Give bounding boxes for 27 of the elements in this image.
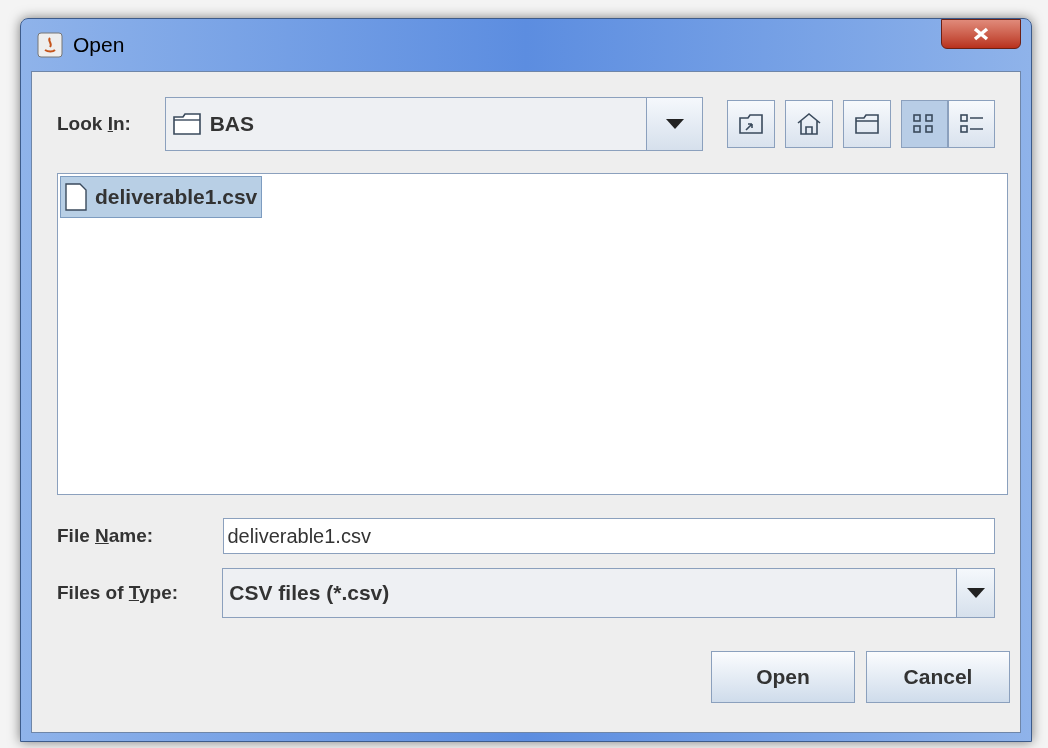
file-name-field[interactable]: deliverable1.csv (222, 518, 995, 554)
home-icon (796, 111, 822, 137)
look-in-dropdown[interactable]: BAS (164, 97, 703, 151)
toolbar-button[interactable] (785, 100, 833, 148)
window-title: Open (73, 32, 125, 59)
view-toggle[interactable] (948, 100, 995, 148)
look-in-label: Look In: (57, 112, 131, 134)
toolbar-button[interactable] (727, 100, 775, 148)
details-view-icon (958, 112, 985, 136)
close-icon (972, 27, 990, 41)
caret-icon (966, 588, 985, 598)
file-name-label: File Name: (57, 524, 154, 546)
folder-icon (854, 113, 880, 135)
dropdown-value: BAS (209, 111, 254, 138)
toolbar-button[interactable] (843, 100, 891, 148)
view-toggle[interactable] (901, 100, 948, 148)
app-icon (37, 32, 63, 58)
folder-icon (171, 112, 202, 136)
dialog-button[interactable]: Open (711, 651, 855, 703)
caret-icon (665, 119, 684, 129)
file-type-dropdown[interactable]: CSV files (*.csv) (222, 568, 995, 618)
file-type-label: Files of Type: (57, 581, 179, 603)
file-icon (65, 183, 87, 211)
dialog-button[interactable]: Cancel (866, 651, 1010, 703)
close-button[interactable] (941, 19, 1021, 49)
file-item[interactable]: deliverable1.csv (60, 176, 263, 218)
folder-up-icon (738, 112, 764, 136)
